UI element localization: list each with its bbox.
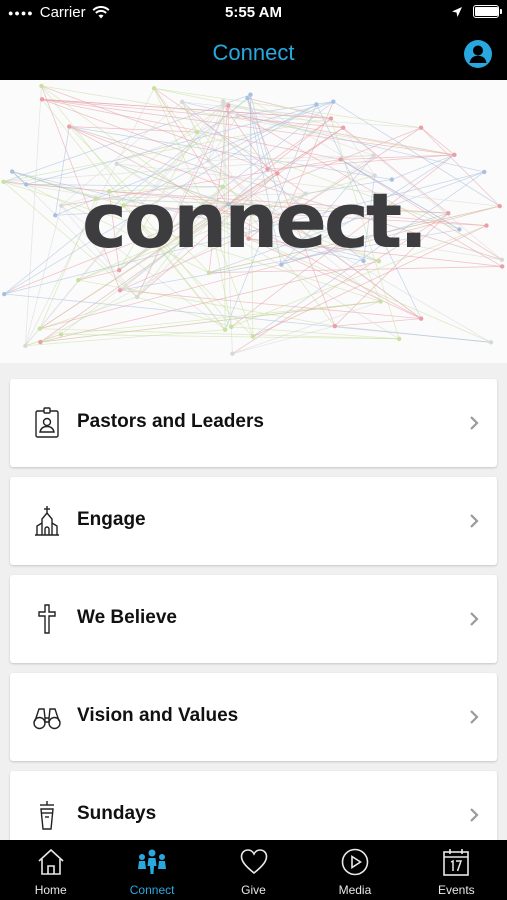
hero-banner: connect. bbox=[0, 80, 507, 363]
chevron-right-icon bbox=[470, 612, 479, 626]
user-icon[interactable] bbox=[463, 39, 493, 69]
menu-list: Pastors and Leaders Engage We Believe Vi… bbox=[0, 363, 507, 840]
church-icon bbox=[35, 506, 59, 536]
binoculars-icon bbox=[33, 708, 61, 730]
list-item-vision-and-values[interactable]: Vision and Values bbox=[10, 673, 497, 761]
list-item-pastors-and-leaders[interactable]: Pastors and Leaders bbox=[10, 379, 497, 467]
home-icon bbox=[38, 848, 64, 875]
nav-bar: Connect bbox=[0, 26, 507, 80]
id-badge-icon bbox=[35, 407, 59, 438]
play-icon bbox=[341, 848, 369, 876]
tab-label: Give bbox=[241, 883, 266, 897]
tab-events[interactable]: Events bbox=[406, 840, 507, 900]
status-bar: ●●●● Carrier 5:55 AM bbox=[0, 0, 507, 26]
list-item-we-believe[interactable]: We Believe bbox=[10, 575, 497, 663]
tab-connect[interactable]: Connect bbox=[101, 840, 202, 900]
tab-label: Connect bbox=[129, 883, 175, 897]
tab-home[interactable]: Home bbox=[0, 840, 101, 900]
chevron-right-icon bbox=[470, 416, 479, 430]
list-item-sundays[interactable]: Sundays bbox=[10, 771, 497, 840]
tab-bar: Home Connect Give Media Events bbox=[0, 840, 507, 900]
heart-icon bbox=[240, 849, 267, 875]
tab-give[interactable]: Give bbox=[203, 840, 304, 900]
list-item-label: Sundays bbox=[77, 803, 157, 824]
chevron-right-icon bbox=[470, 710, 479, 724]
tab-media[interactable]: Media bbox=[304, 840, 405, 900]
tab-label: Events bbox=[437, 883, 475, 897]
chevron-right-icon bbox=[470, 514, 479, 528]
chevron-right-icon bbox=[470, 808, 479, 822]
status-time: 5:55 AM bbox=[225, 4, 282, 21]
location-arrow-icon bbox=[452, 6, 462, 17]
tab-label: Media bbox=[338, 883, 372, 897]
list-item-label: Vision and Values bbox=[77, 705, 239, 726]
hero-word: connect. bbox=[81, 176, 428, 265]
list-item-label: Engage bbox=[77, 509, 146, 530]
battery-icon bbox=[473, 5, 502, 18]
list-item-label: We Believe bbox=[77, 607, 177, 628]
tab-label: Home bbox=[34, 883, 67, 897]
pulpit-icon bbox=[40, 801, 54, 830]
cross-icon bbox=[38, 604, 56, 634]
page-title: Connect bbox=[212, 40, 295, 65]
list-item-label: Pastors and Leaders bbox=[77, 411, 264, 432]
list-item-engage[interactable]: Engage bbox=[10, 477, 497, 565]
people-icon bbox=[138, 849, 167, 874]
calendar-icon bbox=[443, 849, 470, 876]
